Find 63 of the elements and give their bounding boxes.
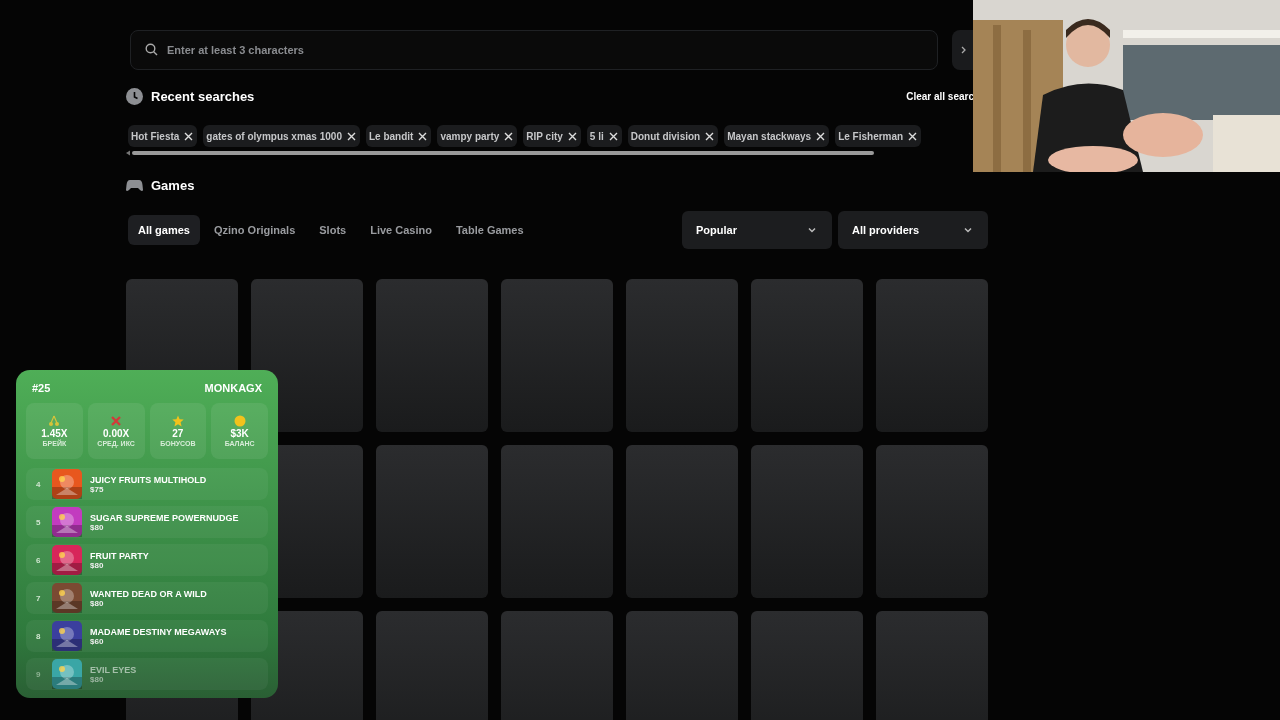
next-button[interactable] [952, 30, 974, 70]
star-icon [171, 415, 184, 427]
game-amount: $80 [90, 560, 105, 570]
rank-label: #25 [32, 382, 51, 394]
search-chip[interactable]: Hot Fiesta [128, 125, 198, 147]
scrollbar[interactable] [126, 150, 874, 156]
close-icon[interactable] [908, 131, 918, 141]
game-name: FRUIT PARTY [90, 550, 149, 561]
search-chip[interactable]: gates of olympus xmas 1000 [203, 125, 360, 147]
search-chip[interactable]: Mayan stackways [724, 125, 830, 147]
game-amount: $80 [90, 674, 105, 684]
clock-icon [126, 88, 143, 105]
row-rank: 6 [36, 555, 42, 565]
row-rank: 4 [36, 479, 42, 489]
close-icon[interactable] [608, 131, 618, 141]
section-title: Recent searches [151, 89, 255, 104]
game-name: EVIL EYES [90, 664, 137, 675]
close-icon[interactable] [346, 131, 356, 141]
provider-dropdown[interactable]: All providers [838, 211, 988, 249]
cross-icon [110, 415, 123, 427]
gamepad-icon [126, 179, 143, 192]
game-name: JUICY FRUITS MULTIHOLD [90, 474, 207, 485]
category-tab[interactable]: All games [128, 215, 200, 245]
search-field[interactable]: Enter at least 3 characters [130, 30, 938, 70]
game-name: SUGAR SUPREME POWERNUDGE [90, 512, 239, 523]
game-name: MADAME DESTINY MEGAWAYS [90, 626, 227, 637]
search-chip[interactable]: Le Fisherman [835, 125, 922, 147]
close-icon[interactable] [184, 131, 194, 141]
row-rank: 9 [36, 669, 42, 679]
close-icon[interactable] [504, 131, 514, 141]
sort-dropdown[interactable]: Popular [682, 211, 832, 249]
close-icon[interactable] [705, 131, 715, 141]
stat-value: $3K [230, 428, 249, 439]
game-amount: $80 [90, 598, 105, 608]
game-name: WANTED DEAD OR A WILD [90, 588, 207, 599]
row-rank: 8 [36, 631, 42, 641]
category-tab[interactable]: Qzino Originals [203, 215, 306, 245]
game-amount: $75 [90, 484, 105, 494]
coin-icon [233, 415, 246, 427]
game-amount: $80 [90, 522, 105, 532]
section-title: Games [151, 178, 195, 193]
stat-value: 0.00X [103, 428, 130, 439]
category-tab[interactable]: Slots [309, 215, 357, 245]
game-amount: $60 [90, 636, 105, 646]
row-rank: 5 [36, 517, 42, 527]
search-chip[interactable]: RIP city [523, 125, 581, 147]
username: MONKAGX [204, 382, 262, 394]
category-tab[interactable]: Live Casino [360, 215, 442, 245]
search-icon [145, 43, 158, 56]
close-icon[interactable] [418, 131, 428, 141]
cherry-icon [48, 415, 61, 427]
search-chip[interactable]: Le bandit [365, 125, 432, 147]
search-chip[interactable]: 5 li [586, 125, 622, 147]
search-chip[interactable]: Donut division [627, 125, 719, 147]
stat-value: 1.45X [41, 428, 68, 439]
category-tab[interactable]: Table Games [445, 215, 534, 245]
row-rank: 7 [36, 593, 42, 603]
stat-value: 27 [172, 428, 184, 439]
close-icon[interactable] [567, 131, 577, 141]
close-icon[interactable] [816, 131, 826, 141]
chevron-right-icon [959, 45, 967, 55]
clear-all-link[interactable]: Clear all searc [906, 91, 974, 102]
search-chip[interactable]: vampy party [437, 125, 518, 147]
